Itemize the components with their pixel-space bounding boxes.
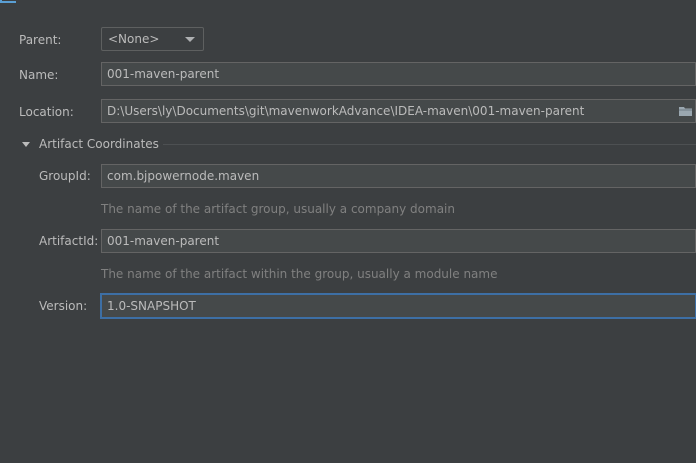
version-field-value: 1.0-SNAPSHOT (107, 299, 196, 313)
location-field-value: D:\Users\ly\Documents\git\mavenworkAdvan… (107, 104, 585, 118)
groupid-field[interactable]: com.bjpowernode.maven (101, 164, 696, 188)
groupid-field-value: com.bjpowernode.maven (107, 169, 260, 183)
new-project-dialog-panel: Parent: <None> Name: 001-maven-parent Lo… (0, 0, 696, 463)
groupid-hint: The name of the artifact group, usually … (101, 202, 455, 216)
version-field[interactable]: 1.0-SNAPSHOT (101, 294, 696, 318)
artifactid-field-value: 001-maven-parent (107, 234, 220, 248)
chevron-down-icon (185, 37, 195, 42)
version-label: Version: (39, 299, 88, 313)
location-field[interactable]: D:\Users\ly\Documents\git\mavenworkAdvan… (101, 99, 696, 123)
artifactid-field[interactable]: 001-maven-parent (101, 229, 696, 253)
parent-combobox-value: <None> (108, 32, 160, 46)
location-label: Location: (19, 105, 74, 119)
artifact-coordinates-title: Artifact Coordinates (39, 137, 159, 151)
parent-label: Parent: (19, 33, 62, 47)
name-label: Name: (19, 68, 59, 82)
artifact-coordinates-toggle[interactable]: Artifact Coordinates (22, 136, 159, 152)
name-field-value: 001-maven-parent (107, 67, 220, 81)
section-divider (163, 144, 696, 145)
parent-combobox[interactable]: <None> (101, 27, 204, 51)
window-corner-edge (0, 0, 16, 3)
name-field[interactable]: 001-maven-parent (101, 62, 696, 86)
artifactid-label: ArtifactId: (39, 234, 99, 248)
groupid-label: GroupId: (39, 169, 91, 183)
folder-icon[interactable] (679, 106, 693, 116)
artifactid-hint: The name of the artifact within the grou… (101, 267, 498, 281)
expand-triangle-icon (22, 141, 30, 147)
